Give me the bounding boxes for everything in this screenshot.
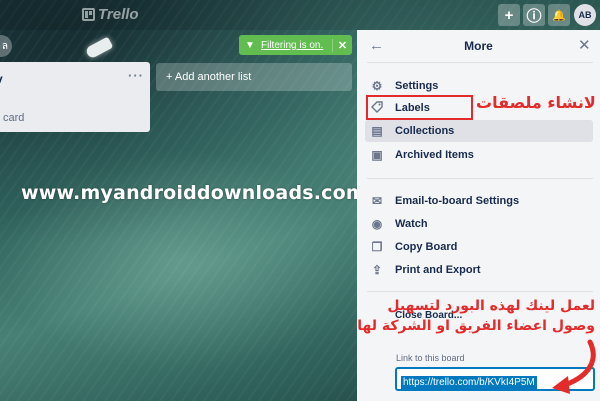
link-annotation-line-2: وصول اعضاء الفريق او الشركة لها: [357, 318, 595, 334]
menu-item-label: Copy Board: [395, 241, 458, 253]
gear-icon: ⚙: [371, 79, 383, 93]
trello-logo-icon: [82, 8, 95, 21]
menu-header: ← More ✕: [357, 30, 600, 62]
menu-item-watch[interactable]: ◉ Watch: [365, 213, 593, 235]
filter-status-link[interactable]: Filtering is on.: [261, 40, 323, 51]
annotation-arrow-icon: [552, 339, 596, 394]
board-link-value: https://trello.com/b/KVkI4P5M: [401, 376, 537, 389]
menu-item-label: Watch: [395, 218, 428, 230]
menu-title: More: [464, 39, 493, 53]
clear-filter-close-icon[interactable]: ✕: [332, 38, 352, 52]
filter-status-badge: ▼ Filtering is on. ✕: [239, 35, 352, 55]
add-card-button[interactable]: card: [3, 112, 24, 124]
trello-logo[interactable]: Trello: [82, 6, 139, 23]
share-icon: ⇪: [371, 263, 383, 277]
collections-icon: ▤: [371, 124, 383, 138]
menu-item-collections[interactable]: ▤ Collections: [365, 120, 593, 142]
copy-icon: ❐: [371, 240, 383, 254]
menu-item-copy-board[interactable]: ❐ Copy Board: [365, 236, 593, 258]
add-another-list-button[interactable]: + Add another list: [156, 63, 352, 91]
list-menu-icon[interactable]: ···: [128, 68, 144, 83]
menu-item-email-to-board[interactable]: ✉ Email-to-board Settings: [365, 190, 593, 212]
menu-divider: [367, 291, 593, 292]
link-to-board-label: Link to this board: [396, 353, 465, 363]
top-header: Trello + ⓘ 🔔 AB: [0, 0, 600, 30]
menu-item-label: Archived Items: [395, 149, 474, 161]
close-icon[interactable]: ✕: [578, 36, 591, 54]
archive-icon: ▣: [371, 148, 383, 162]
email-icon: ✉: [371, 194, 383, 208]
labels-highlight-box: [366, 95, 473, 120]
link-annotation: لعمل لينك لهذه البورد لتسهيل وصول اعضاء …: [355, 296, 595, 336]
labels-annotation: لانشاء ملصقات: [476, 93, 596, 112]
menu-item-print-and-export[interactable]: ⇪ Print and Export: [365, 259, 593, 281]
avatar[interactable]: AB: [574, 4, 596, 26]
menu-item-label: Email-to-board Settings: [395, 195, 520, 207]
link-annotation-line-1: لعمل لينك لهذه البورد لتسهيل: [387, 298, 595, 314]
bell-icon[interactable]: 🔔: [548, 4, 570, 26]
eye-icon: ◉: [371, 217, 383, 231]
board-list: v ··· card: [0, 62, 150, 132]
trello-logo-text: Trello: [98, 6, 139, 23]
menu-item-label: Collections: [395, 125, 455, 137]
menu-divider: [367, 62, 593, 63]
info-icon[interactable]: ⓘ: [523, 4, 545, 26]
menu-divider: [367, 178, 593, 179]
filter-icon: ▼: [245, 39, 255, 51]
menu-item-label: Print and Export: [395, 264, 481, 276]
site-watermark: www.myandroiddownloads.com: [21, 182, 366, 204]
add-icon[interactable]: +: [498, 4, 520, 26]
menu-item-archived-items[interactable]: ▣ Archived Items: [365, 144, 593, 166]
menu-item-label: Settings: [395, 80, 439, 92]
list-title[interactable]: v: [0, 72, 3, 86]
